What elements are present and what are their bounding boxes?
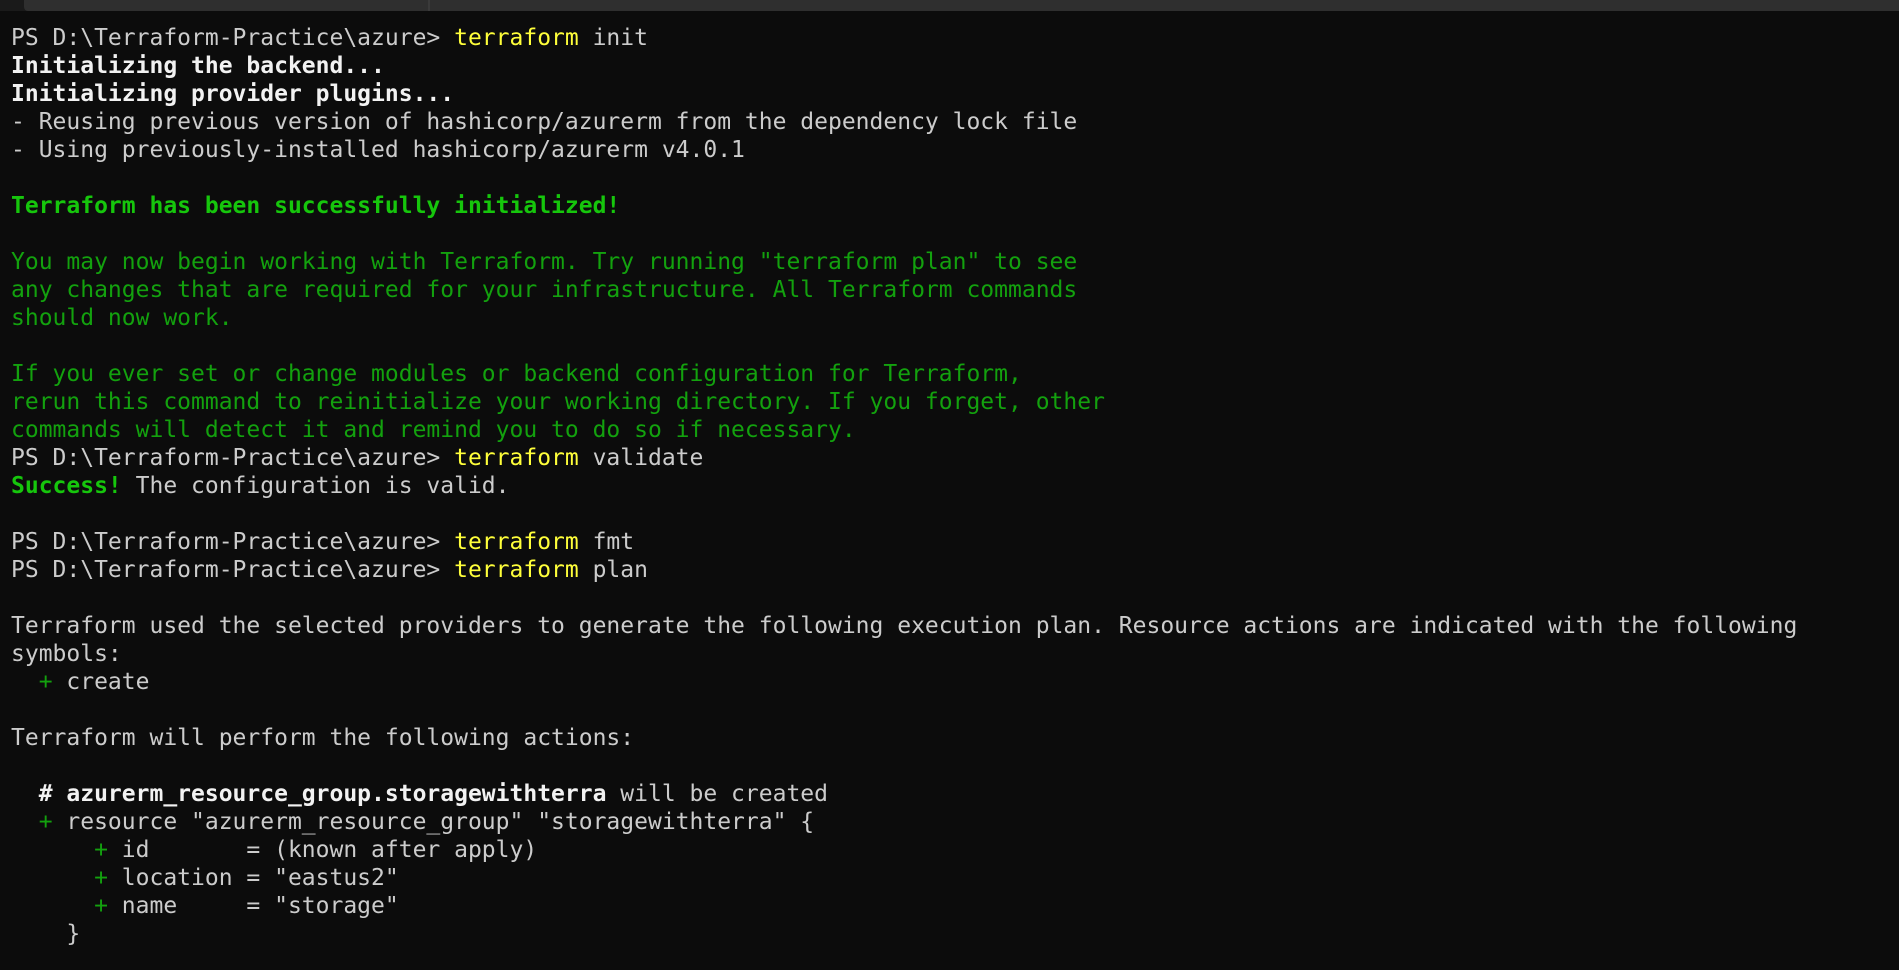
horizontal-scrollbar[interactable] bbox=[0, 0, 1899, 11]
output-line: You may now begin working with Terraform… bbox=[11, 249, 1078, 275]
command-name: terraform bbox=[454, 529, 579, 555]
prompt: PS D:\Terraform-Practice\azure> bbox=[11, 445, 455, 471]
command-args: plan bbox=[578, 557, 648, 583]
prompt-line-init: PS D:\Terraform-Practice\azure> terrafor… bbox=[11, 24, 1891, 52]
create-symbol-line: + create bbox=[11, 668, 1891, 696]
output-line: commands will detect it and remind you t… bbox=[11, 417, 856, 443]
output-line: Terraform used the selected providers to… bbox=[11, 613, 1798, 639]
output-line: Initializing the backend... bbox=[11, 53, 385, 79]
prompt: PS D:\Terraform-Practice\azure> bbox=[11, 557, 455, 583]
comment-hash: # bbox=[11, 781, 67, 807]
resource-declaration: resource "azurerm_resource_group" "stora… bbox=[66, 809, 815, 835]
command-args: init bbox=[578, 25, 648, 51]
scrollbar-divider bbox=[428, 0, 430, 11]
prompt-line-plan: PS D:\Terraform-Practice\azure> terrafor… bbox=[11, 556, 1891, 584]
output-line: any changes that are required for your i… bbox=[11, 277, 1078, 303]
plus-symbol: + bbox=[11, 865, 122, 891]
scrollbar-thumb[interactable] bbox=[24, 0, 1899, 11]
plus-symbol: + bbox=[11, 837, 122, 863]
prompt-line-fmt: PS D:\Terraform-Practice\azure> terrafor… bbox=[11, 528, 1891, 556]
prompt: PS D:\Terraform-Practice\azure> bbox=[11, 25, 455, 51]
output-line: symbols: bbox=[11, 641, 122, 667]
create-label: create bbox=[66, 669, 150, 695]
output-line: - Using previously-installed hashicorp/a… bbox=[11, 137, 745, 163]
command-args: validate bbox=[578, 445, 704, 471]
output-line: Terraform will perform the following act… bbox=[11, 725, 635, 751]
attribute-text: location = "eastus2" bbox=[121, 865, 399, 891]
prompt-line-validate: PS D:\Terraform-Practice\azure> terrafor… bbox=[11, 444, 1891, 472]
closing-brace: } bbox=[11, 921, 81, 947]
output-line: - Reusing previous version of hashicorp/… bbox=[11, 109, 1078, 135]
plus-symbol: + bbox=[11, 809, 67, 835]
terminal-output[interactable]: PS D:\Terraform-Practice\azure> terrafor… bbox=[11, 24, 1891, 948]
success-word: Success! bbox=[11, 473, 122, 499]
command-name: terraform bbox=[454, 445, 579, 471]
init-success-message: Terraform has been successfully initiali… bbox=[11, 193, 621, 219]
resource-decl-line: + resource "azurerm_resource_group" "sto… bbox=[11, 808, 1891, 836]
output-line: rerun this command to reinitialize your … bbox=[11, 389, 1105, 415]
prompt: PS D:\Terraform-Practice\azure> bbox=[11, 529, 455, 555]
attribute-line: + name = "storage" bbox=[11, 892, 1891, 920]
attribute-text: name = "storage" bbox=[121, 893, 399, 919]
validate-message: The configuration is valid. bbox=[121, 473, 510, 499]
command-args: fmt bbox=[578, 529, 635, 555]
resource-comment-line: # azurerm_resource_group.storagewithterr… bbox=[11, 780, 1891, 808]
output-line: should now work. bbox=[11, 305, 233, 331]
command-name: terraform bbox=[454, 25, 579, 51]
attribute-text: id = (known after apply) bbox=[121, 837, 538, 863]
resource-address: azurerm_resource_group.storagewithterra bbox=[66, 781, 607, 807]
attribute-line: + location = "eastus2" bbox=[11, 864, 1891, 892]
validate-result: Success! The configuration is valid. bbox=[11, 472, 1891, 500]
command-name: terraform bbox=[454, 557, 579, 583]
attribute-line: + id = (known after apply) bbox=[11, 836, 1891, 864]
comment-rest: will be created bbox=[606, 781, 828, 807]
plus-symbol: + bbox=[11, 669, 67, 695]
output-line: Initializing provider plugins... bbox=[11, 81, 455, 107]
plus-symbol: + bbox=[11, 893, 122, 919]
output-line: If you ever set or change modules or bac… bbox=[11, 361, 1022, 387]
